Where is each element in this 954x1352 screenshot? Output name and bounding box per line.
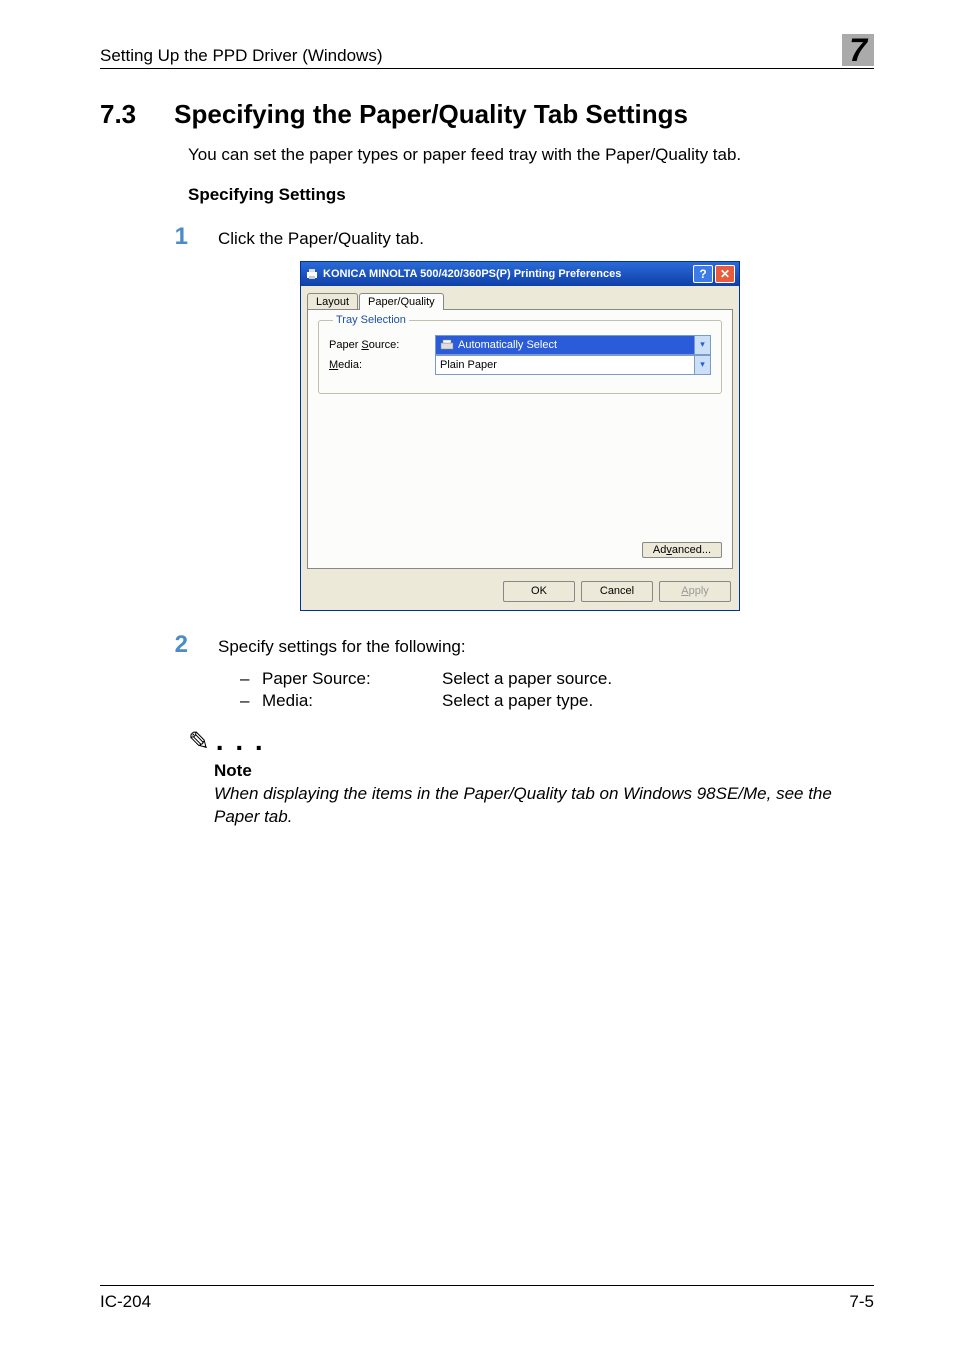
ok-button[interactable]: OK [503, 581, 575, 602]
tab-paper-quality-label: Paper/Quality [368, 296, 435, 308]
media-row: Media: Plain Paper ▾ [329, 355, 711, 375]
cancel-button[interactable]: Cancel [581, 581, 653, 602]
ellipsis-icon: . . . [216, 725, 265, 757]
printer-app-icon [305, 267, 319, 281]
bullet-1-label: Paper Source: [262, 669, 442, 689]
dialog-titlebar: KONICA MINOLTA 500/420/360PS(P) Printing… [301, 262, 739, 286]
dialog-button-row: OK Cancel Apply [301, 575, 739, 610]
section-number: 7.3 [100, 99, 136, 130]
tray-icon [440, 339, 454, 351]
tab-panel: Tray Selection Paper Source: Automatical… [307, 309, 733, 569]
paper-source-value: Automatically Select [436, 336, 694, 354]
bullet-list: – Paper Source: Select a paper source. –… [240, 669, 874, 711]
bullet-dash: – [240, 691, 262, 711]
help-button[interactable]: ? [693, 265, 713, 283]
apply-button[interactable]: Apply [659, 581, 731, 602]
hand-writing-icon: ✎ [188, 726, 210, 757]
chevron-down-icon: ▾ [694, 356, 710, 374]
footer-left: IC-204 [100, 1292, 151, 1312]
note-text: When displaying the items in the Paper/Q… [214, 783, 874, 829]
note-icon-row: ✎ . . . [188, 725, 874, 757]
printing-preferences-dialog: KONICA MINOLTA 500/420/360PS(P) Printing… [300, 261, 740, 611]
tray-selection-group: Tray Selection Paper Source: Automatical… [318, 320, 722, 394]
bullet-dash: – [240, 669, 262, 689]
section-heading: 7.3 Specifying the Paper/Quality Tab Set… [100, 99, 874, 130]
step-2: 2 Specify settings for the following: [100, 631, 874, 659]
bullet-2-desc: Select a paper type. [442, 691, 593, 711]
media-value: Plain Paper [436, 359, 694, 371]
step-1-number: 1 [158, 223, 188, 251]
tab-layout[interactable]: Layout [307, 293, 358, 310]
list-item: – Paper Source: Select a paper source. [240, 669, 874, 689]
step-2-text: Specify settings for the following: [218, 637, 466, 657]
running-title: Setting Up the PPD Driver (Windows) [100, 46, 382, 66]
step-1: 1 Click the Paper/Quality tab. [100, 223, 874, 251]
subheading: Specifying Settings [188, 185, 874, 205]
step-1-text: Click the Paper/Quality tab. [218, 229, 424, 249]
chevron-down-icon: ▾ [694, 336, 710, 354]
advanced-button[interactable]: Advanced... [642, 542, 722, 558]
tray-selection-legend: Tray Selection [333, 314, 409, 326]
bullet-1-desc: Select a paper source. [442, 669, 612, 689]
footer-right: 7-5 [849, 1292, 874, 1312]
chapter-number: 7 [849, 32, 867, 68]
section-title: Specifying the Paper/Quality Tab Setting… [174, 99, 688, 130]
screenshot-dialog: KONICA MINOLTA 500/420/360PS(P) Printing… [300, 261, 874, 611]
media-combo[interactable]: Plain Paper ▾ [435, 355, 711, 375]
bullet-2-label: Media: [262, 691, 442, 711]
page-header: Setting Up the PPD Driver (Windows) 7 [100, 34, 874, 69]
section-intro: You can set the paper types or paper fee… [188, 144, 874, 167]
step-2-number: 2 [158, 631, 188, 659]
close-button[interactable]: ✕ [715, 265, 735, 283]
paper-source-row: Paper Source: Automatically Select ▾ [329, 335, 711, 355]
chapter-badge: 7 [842, 34, 874, 66]
media-label: Media: [329, 359, 435, 371]
tab-layout-label: Layout [316, 296, 349, 308]
paper-source-label: Paper Source: [329, 339, 435, 351]
list-item: – Media: Select a paper type. [240, 691, 874, 711]
dialog-title: KONICA MINOLTA 500/420/360PS(P) Printing… [323, 268, 691, 280]
tab-strip: Layout Paper/Quality [301, 286, 739, 309]
page-footer: IC-204 7-5 [100, 1285, 874, 1312]
tab-paper-quality[interactable]: Paper/Quality [359, 293, 444, 310]
paper-source-combo[interactable]: Automatically Select ▾ [435, 335, 711, 355]
note-label: Note [214, 761, 874, 781]
